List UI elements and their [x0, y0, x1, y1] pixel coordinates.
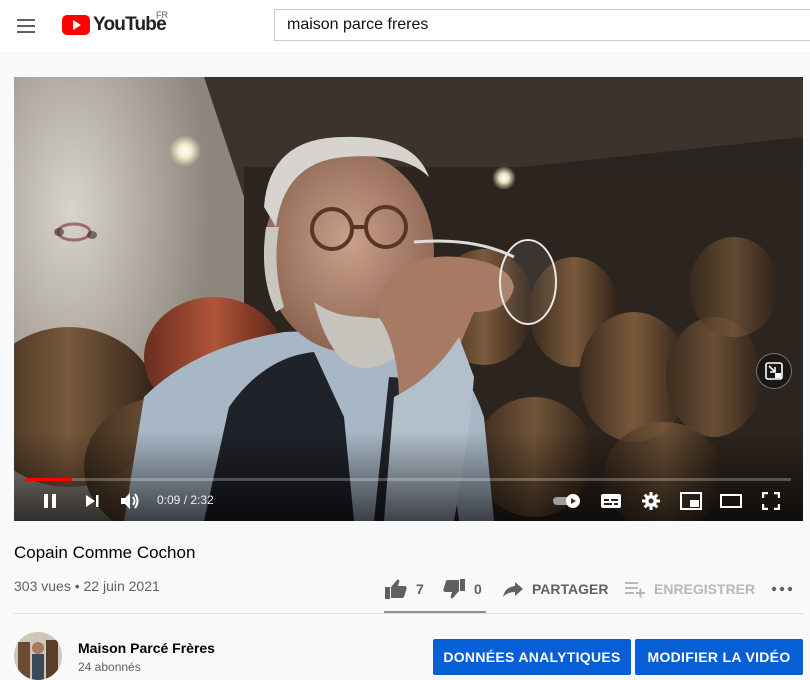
next-icon — [86, 495, 99, 507]
time-display: 0:09 / 2:32 — [157, 493, 214, 507]
share-button[interactable]: PARTAGER — [502, 576, 608, 602]
youtube-logo[interactable]: YouTube — [62, 13, 167, 37]
video-player[interactable]: 0:09 / 2:32 — [14, 77, 803, 521]
dislike-button[interactable]: 0 — [442, 576, 482, 602]
share-arrow-icon — [503, 582, 523, 597]
like-count: 7 — [416, 581, 424, 597]
dislike-count: 0 — [474, 581, 482, 597]
subtitles-icon — [601, 494, 621, 508]
channel-avatar[interactable] — [14, 632, 62, 680]
save-button[interactable]: ENREGISTRER — [624, 576, 755, 602]
search-input[interactable]: maison parce freres — [274, 9, 810, 41]
video-meta: 303 vues • 22 juin 2021 — [14, 578, 160, 594]
progress-bar[interactable] — [26, 478, 791, 481]
autoplay-toggle-icon — [553, 494, 580, 508]
like-button[interactable]: 7 — [384, 576, 424, 602]
avatar-image — [14, 632, 62, 680]
divider — [14, 613, 803, 614]
miniplayer-overlay-icon[interactable] — [756, 353, 792, 389]
video-title: Copain Comme Cochon — [14, 543, 196, 562]
pause-icon — [44, 494, 56, 508]
miniplayer-icon — [680, 492, 702, 510]
pause-button[interactable] — [36, 487, 64, 515]
next-button[interactable] — [78, 487, 106, 515]
settings-gear-icon — [642, 492, 660, 510]
thumbs-down-icon — [443, 579, 465, 599]
volume-icon — [121, 493, 139, 509]
share-label: PARTAGER — [532, 581, 609, 597]
autoplay-toggle[interactable] — [550, 487, 584, 515]
volume-button[interactable] — [116, 487, 144, 515]
more-actions-button[interactable] — [770, 576, 794, 602]
youtube-play-logo-icon — [62, 15, 90, 35]
fullscreen-icon — [762, 492, 780, 510]
country-code: FR — [156, 10, 168, 20]
theater-mode-icon — [720, 494, 742, 508]
thumbs-up-icon — [385, 579, 407, 599]
hamburger-menu-icon[interactable] — [14, 14, 38, 38]
subscriber-count: 24 abonnés — [78, 660, 141, 674]
masthead: YouTube FR maison parce freres — [0, 0, 810, 52]
fullscreen-button[interactable] — [757, 487, 785, 515]
analytics-button[interactable]: DONNÉES ANALYTIQUES — [433, 639, 631, 675]
search-query: maison parce freres — [287, 16, 429, 33]
progress-played — [26, 478, 72, 481]
add-to-playlist-icon — [625, 582, 645, 598]
edit-video-button[interactable]: MODIFIER LA VIDÉO — [635, 639, 803, 675]
channel-name[interactable]: Maison Parcé Frères — [78, 640, 215, 656]
theater-mode-button[interactable] — [717, 487, 745, 515]
subtitles-button[interactable] — [597, 487, 625, 515]
logo-text: YouTube — [93, 14, 167, 35]
settings-button[interactable] — [637, 487, 665, 515]
save-label: ENREGISTRER — [654, 581, 756, 597]
more-horizontal-icon — [771, 586, 793, 592]
miniplayer-button[interactable] — [677, 487, 705, 515]
